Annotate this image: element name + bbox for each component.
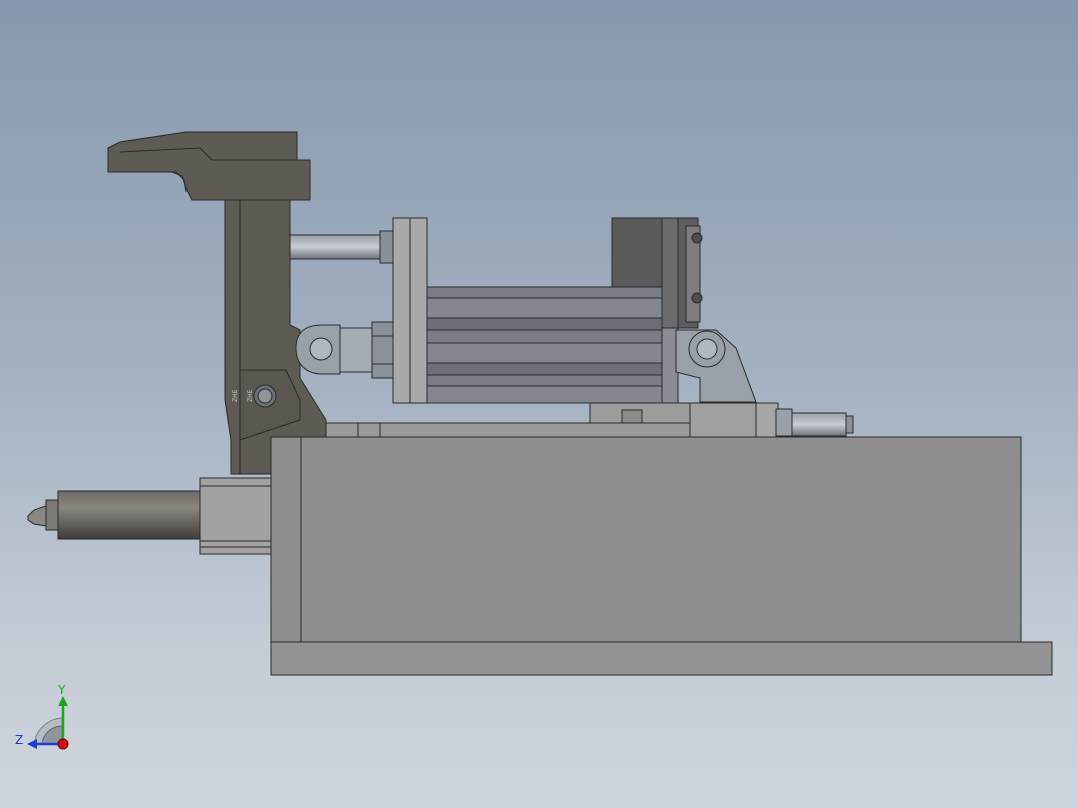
clamp-jaw: [107, 131, 311, 201]
locating-pin-housing: [199, 477, 272, 555]
clevis-left: [295, 321, 399, 379]
top-rail: [325, 402, 779, 438]
clamp-assembly-model[interactable]: ZHE ZHE: [0, 0, 1078, 808]
part-label-b: ZHE: [247, 389, 254, 402]
part-label-a: ZHE: [232, 389, 239, 402]
guide-rod: [289, 230, 395, 264]
y-axis-label: Y: [57, 683, 66, 697]
cylinder-flange: [392, 217, 428, 404]
rear-clevis-support: [675, 329, 757, 403]
locating-pin: [27, 490, 201, 540]
air-cylinder[interactable]: [426, 286, 679, 404]
z-axis-arrow: [27, 739, 37, 749]
cad-viewport[interactable]: ZHE ZHE Y Z: [0, 0, 1078, 808]
y-axis-arrow: [58, 696, 68, 706]
base-plate: [270, 641, 1053, 676]
z-axis-label: Z: [15, 733, 23, 747]
main-block: [270, 436, 1022, 643]
orientation-triad[interactable]: Y Z: [10, 682, 90, 762]
side-pin-right: [775, 408, 854, 437]
axis-origin: [57, 738, 69, 750]
